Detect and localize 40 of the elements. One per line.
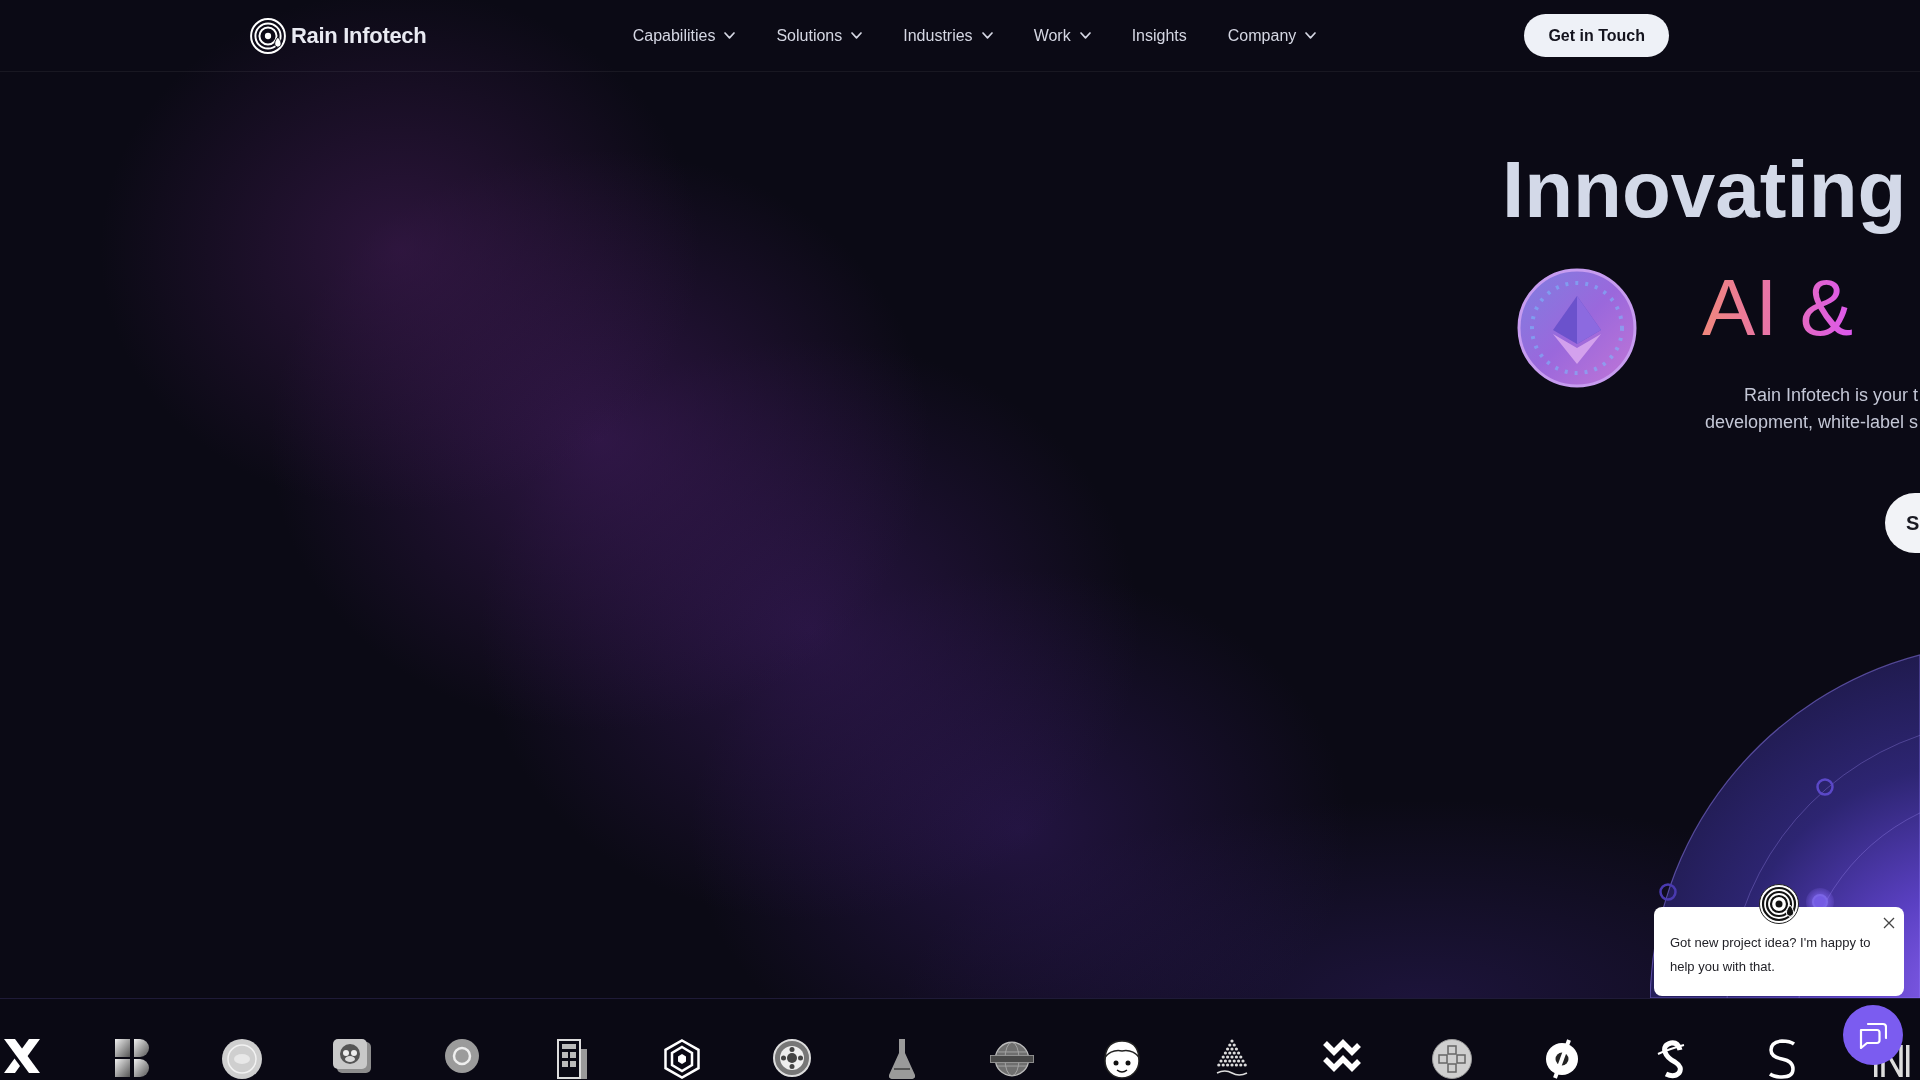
ring-logo-icon [250,17,286,54]
flask-icon [889,1039,915,1079]
hook-mark-icon [1657,1039,1687,1079]
chat-message: Got new project idea? I'm happy to help you with that. [1670,934,1872,976]
close-icon [1883,917,1895,929]
brand-name: Rain Infotech [291,22,427,49]
nav-link[interactable]: Insights [1131,26,1187,45]
zigzag-icon [1322,1039,1362,1073]
chevron-down-icon [851,32,863,39]
hero-description: Rain Infotech is your t development, white-label s [1703,384,1919,434]
chevron-down-icon [724,32,736,39]
curve-stroke-icon [1767,1039,1797,1079]
slashed-circle-icon [1544,1039,1580,1079]
dot-triangle-icon [1215,1039,1249,1077]
coin-emblem-icon [222,1039,262,1079]
get-in-touch-button[interactable]: Get in Touch [1524,14,1669,57]
orbit-node-icon [1659,883,1677,901]
tall-card-icon [557,1039,587,1079]
monkey-face-icon [333,1039,371,1073]
orbit-node-icon [1816,778,1834,796]
close-button[interactable] [1882,916,1896,930]
chevron-down-icon [1079,32,1091,39]
chevron-down-icon [1305,32,1317,39]
globe-emblem-icon [990,1039,1034,1079]
ring-badge-icon [445,1039,479,1073]
nav-link[interactable]: Capabilities [632,26,736,45]
coin-icon [1517,268,1637,388]
nav-link[interactable]: Solutions [776,26,863,45]
chat-bubbles-icon [1859,1021,1887,1049]
round-emblem-icon [773,1039,811,1077]
hero-headline: Innovating [1502,144,1908,236]
cube-network-icon [1432,1039,1472,1079]
split-square-icon [115,1039,149,1077]
chevron-down-icon [981,32,993,39]
nav-link[interactable]: Industries [903,26,993,45]
nav-link[interactable]: Work [1033,26,1091,45]
nav-link[interactable]: Company [1227,26,1317,45]
cross-mark-icon [4,1039,40,1073]
hexagon-icon [664,1039,700,1079]
hero-button[interactable]: S [1885,493,1920,553]
